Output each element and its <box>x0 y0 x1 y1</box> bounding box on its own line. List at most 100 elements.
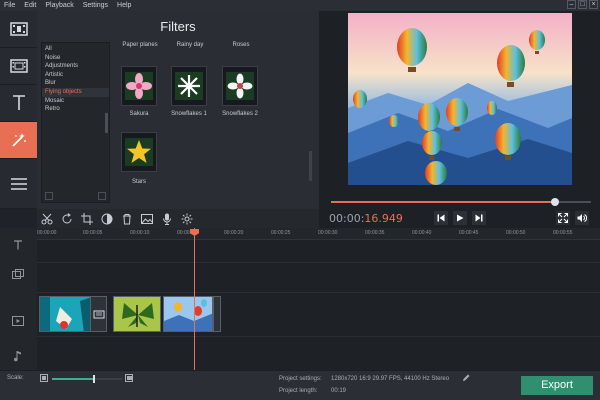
track-divider <box>37 292 600 293</box>
menu-help[interactable]: Help <box>117 0 131 11</box>
video-clip[interactable] <box>163 296 213 332</box>
menu-playback[interactable]: Playback <box>45 0 73 11</box>
minimize-button[interactable]: – <box>567 0 576 9</box>
clip-thumbnail-balloons <box>164 297 212 331</box>
crop-icon <box>81 212 93 225</box>
scrubber-handle[interactable] <box>550 198 559 206</box>
trash-icon <box>123 213 131 224</box>
filter-label-snowflakes-1: Snowflakes 1 <box>171 111 207 117</box>
skip-back-icon <box>437 214 445 222</box>
transitions-tool-button[interactable] <box>0 48 37 85</box>
category-scrollbar[interactable] <box>105 113 108 133</box>
filter-label-snowflakes-2: Snowflakes 2 <box>222 111 258 117</box>
video-clip[interactable] <box>113 296 161 332</box>
fullscreen-button[interactable] <box>556 211 570 225</box>
video-preview <box>348 13 572 185</box>
preview-panel <box>319 11 600 209</box>
tick-label: 00:00:40 <box>412 230 432 236</box>
tick-label: 00:00:30 <box>318 230 338 236</box>
category-adjustments[interactable]: Adjustments <box>42 62 109 71</box>
collapse-list-button[interactable] <box>45 192 53 200</box>
time-prefix: 00:00: <box>329 212 365 225</box>
tick-label: 00:00:55 <box>553 230 573 236</box>
time-display: 00:00:16.949 <box>329 212 403 225</box>
volume-button[interactable] <box>575 211 589 225</box>
project-settings-label: Project settings: <box>279 376 322 382</box>
filters-tool-button[interactable] <box>0 122 37 159</box>
filmstrip-icon <box>9 59 28 73</box>
pencil-icon[interactable] <box>462 374 470 382</box>
clip-end-handle[interactable] <box>213 296 221 332</box>
record-audio-button[interactable] <box>159 211 175 227</box>
scissors-icon <box>41 213 53 224</box>
filters-panel: Filters All Noise Adjustments Artistic B… <box>37 11 319 209</box>
playhead-line <box>194 228 195 370</box>
menu-settings[interactable]: Settings <box>83 0 108 11</box>
filter-thumb-snowflakes-2[interactable] <box>222 66 258 106</box>
tick-label: 00:00:25 <box>271 230 291 236</box>
category-noise[interactable]: Noise <box>42 54 109 63</box>
transition-marker[interactable] <box>91 296 107 332</box>
filter-thumb-snowflakes-1[interactable] <box>171 66 207 106</box>
filters-scrollbar[interactable] <box>309 151 312 181</box>
category-flying-objects[interactable]: Flying objects <box>42 87 109 97</box>
tick-label: 00:00:05 <box>83 230 103 236</box>
video-track-icon <box>12 316 24 326</box>
snowflake-icon <box>226 72 254 100</box>
color-adjust-button[interactable] <box>99 211 115 227</box>
category-mosaic[interactable]: Mosaic <box>42 97 109 106</box>
zoom-out-icon[interactable] <box>40 374 48 382</box>
playback-controls: 00:00:16.949 <box>319 209 600 228</box>
titles-tool-button[interactable] <box>0 85 37 122</box>
clear-list-button[interactable] <box>98 192 106 200</box>
category-blur[interactable]: Blur <box>42 79 109 88</box>
tick-label: 00:00:45 <box>459 230 479 236</box>
magic-wand-icon <box>11 133 26 147</box>
next-button[interactable] <box>472 211 486 225</box>
filters-title: Filters <box>160 19 196 34</box>
previous-button[interactable] <box>434 211 448 225</box>
scale-slider[interactable] <box>52 375 122 383</box>
export-button[interactable]: Export <box>521 376 593 395</box>
filter-label-roses: Roses <box>232 42 250 48</box>
rotate-button[interactable] <box>59 211 75 227</box>
crop-button[interactable] <box>79 211 95 227</box>
filter-label-paper-planes: Paper planes <box>122 42 158 48</box>
timeline-ruler[interactable]: 00:00:00 00:00:05 00:00:10 00:00:15 00:0… <box>37 228 600 240</box>
menu-file[interactable]: File <box>4 0 15 11</box>
scrubber-progress <box>331 201 555 203</box>
maximize-button[interactable]: □ <box>578 0 587 9</box>
category-retro[interactable]: Retro <box>42 105 109 114</box>
filter-label-sakura: Sakura <box>129 111 149 117</box>
play-button[interactable] <box>453 211 467 225</box>
clip-settings-button[interactable] <box>179 211 195 227</box>
music-note-icon <box>14 351 21 362</box>
status-bar: Scale: Project settings: 1280x720 16:9 2… <box>0 370 600 400</box>
menu-bar: File Edit Playback Settings Help <box>0 0 600 11</box>
film-import-icon <box>9 22 28 36</box>
close-button[interactable]: × <box>589 0 598 9</box>
menu-edit[interactable]: Edit <box>24 0 36 11</box>
star-icon <box>125 138 153 166</box>
overlay-track-icon <box>12 269 24 279</box>
import-tool-button[interactable] <box>0 11 37 48</box>
text-track-icon <box>14 240 22 250</box>
tick-label: 00:00:50 <box>506 230 526 236</box>
delete-button[interactable] <box>119 211 135 227</box>
category-list[interactable]: All Noise Adjustments Artistic Blur Flyi… <box>41 42 110 203</box>
image-button[interactable] <box>139 211 155 227</box>
filter-thumb-stars[interactable] <box>121 132 157 172</box>
more-tools-button[interactable] <box>0 159 37 209</box>
video-clip[interactable] <box>39 296 91 332</box>
zoom-in-icon[interactable] <box>125 374 133 382</box>
category-all[interactable]: All <box>42 45 109 54</box>
filter-label-stars: Stars <box>131 179 146 185</box>
filter-thumb-sakura[interactable] <box>121 66 157 106</box>
track-headers <box>0 228 37 370</box>
cut-button[interactable] <box>39 211 55 227</box>
preview-scrubber[interactable] <box>331 198 591 206</box>
category-artistic[interactable]: Artistic <box>42 71 109 80</box>
skip-forward-icon <box>475 214 483 222</box>
scale-slider-handle[interactable] <box>93 375 95 383</box>
tick-label: 00:00:00 <box>37 230 57 236</box>
